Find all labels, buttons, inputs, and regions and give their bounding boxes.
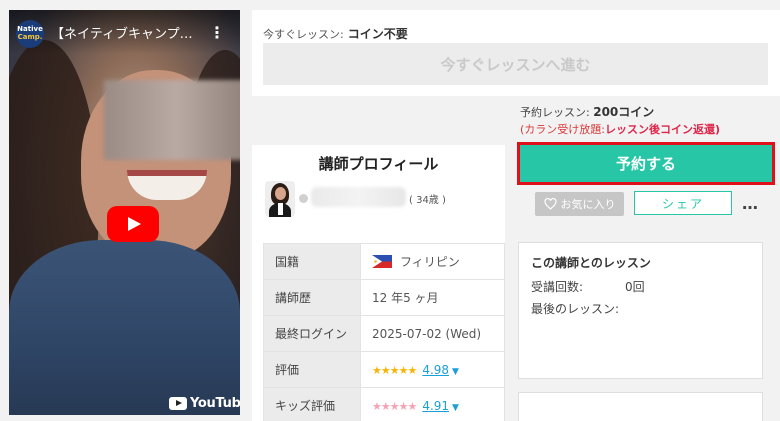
favorite-button[interactable]: お気に入り	[535, 192, 624, 216]
table-row: 評価 ★★★★★ 4.98 ▼	[263, 351, 505, 388]
teaching-years-value: 12 年5 ヶ月	[360, 279, 505, 316]
chevron-down-icon[interactable]: ▼	[452, 367, 459, 377]
callan-note-prefix: (カラン受け放題:	[520, 123, 605, 136]
teacher-age: ( 34歳 )	[409, 195, 446, 206]
more-options-icon[interactable]: …	[742, 194, 759, 213]
last-lesson-label: 最後のレッスン:	[531, 302, 620, 316]
teacher-video-player[interactable]: Native Camp. 【ネイティブキャンプ… ⋮ YouTube	[9, 10, 240, 415]
profile-info-table: 国籍 フィリピン 講師歴 12 年5 ヶ月 最終ログイン 2025-07-02 …	[263, 243, 505, 421]
lesson-history-panel: この講師とのレッスン 受講回数: 0回 最後のレッスン:	[518, 242, 763, 379]
instant-lesson-price: コイン不要	[347, 27, 408, 41]
last-login-value: 2025-07-02 (Wed)	[360, 315, 505, 352]
reservation-label: 予約レッスン:	[520, 106, 590, 119]
youtube-logo[interactable]: YouTube	[169, 396, 240, 411]
kids-rating-label: キッズ評価	[263, 387, 361, 421]
philippines-flag-icon	[372, 255, 392, 268]
instant-lesson-info: 今すぐレッスン: コイン不要	[263, 25, 408, 42]
reserve-button-highlight: 予約する	[517, 142, 775, 185]
youtube-play-icon	[169, 397, 187, 410]
table-row: キッズ評価 ★★★★★ 4.91 ▼	[263, 387, 505, 421]
lesson-history-title: この講師とのレッスン	[531, 256, 651, 270]
teacher-avatar[interactable]	[265, 181, 295, 217]
heart-icon	[543, 198, 557, 210]
video-title[interactable]: 【ネイティブキャンプ…	[51, 23, 201, 42]
instant-lesson-panel: 今すぐレッスン: コイン不要 今すぐレッスンへ進む	[252, 10, 780, 96]
secondary-panel	[518, 392, 763, 421]
kids-rating-stars-icon: ★★★★★	[372, 399, 417, 413]
teacher-profile-card: 講師プロフィール ( 34歳 ) 国籍 フィリピン 講師歴 12 年5 ヶ月 最…	[252, 145, 505, 421]
teacher-name-blurred	[311, 187, 406, 207]
start-lesson-now-button[interactable]: 今すぐレッスンへ進む	[263, 43, 768, 85]
nationality-label: 国籍	[263, 243, 361, 280]
lesson-count-value: 0回	[625, 280, 645, 294]
privacy-blur	[104, 80, 240, 160]
video-menu-icon[interactable]: ⋮	[209, 22, 225, 44]
channel-logo[interactable]: Native Camp.	[16, 20, 44, 48]
rating-link[interactable]: 4.98	[422, 363, 449, 377]
rating-label: 評価	[263, 351, 361, 388]
table-row: 講師歴 12 年5 ヶ月	[263, 279, 505, 316]
nationality-text: フィリピン	[400, 255, 460, 269]
online-status-icon	[299, 194, 308, 203]
lesson-count-label: 受講回数:	[531, 280, 584, 294]
table-row: 最終ログイン 2025-07-02 (Wed)	[263, 315, 505, 352]
chevron-down-icon[interactable]: ▼	[452, 403, 459, 413]
teaching-years-label: 講師歴	[263, 279, 361, 316]
instant-lesson-label: 今すぐレッスン:	[263, 28, 344, 41]
youtube-brand-text: YouTube	[190, 396, 240, 411]
rating-value: ★★★★★ 4.98 ▼	[360, 351, 505, 388]
reserve-button[interactable]: 予約する	[520, 145, 772, 182]
table-row: 国籍 フィリピン	[263, 243, 505, 280]
kids-rating-value: ★★★★★ 4.91 ▼	[360, 387, 505, 421]
favorite-button-label: お気に入り	[560, 198, 616, 211]
profile-title: 講師プロフィール	[318, 155, 439, 173]
last-login-label: 最終ログイン	[263, 315, 361, 352]
reservation-price-info: 予約レッスン: 200コイン	[520, 103, 654, 120]
reservation-price: 200コイン	[593, 105, 655, 119]
play-button-icon[interactable]	[107, 206, 159, 242]
kids-rating-link[interactable]: 4.91	[422, 399, 449, 413]
video-frame-shirt	[9, 240, 240, 415]
callan-note-emphasis: レッスン後コイン返還)	[605, 123, 721, 136]
rating-stars-icon: ★★★★★	[372, 363, 417, 377]
nationality-value: フィリピン	[360, 243, 505, 280]
share-button[interactable]: シェア	[634, 191, 732, 215]
callan-note: (カラン受け放題:レッスン後コイン返還)	[520, 121, 720, 137]
